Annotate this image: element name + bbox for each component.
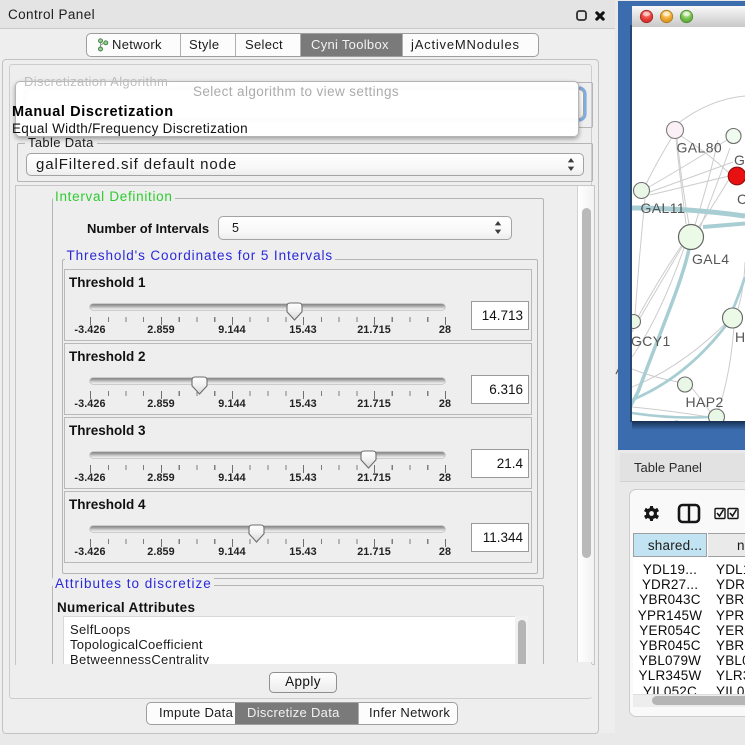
svg-text:C: C [737, 191, 745, 207]
svg-text:HAP2: HAP2 [686, 394, 724, 410]
svg-text:GA: GA [734, 152, 745, 168]
svg-text:GAL80: GAL80 [677, 140, 723, 156]
svg-text:GAL4: GAL4 [692, 251, 729, 267]
svg-text:GAL11: GAL11 [641, 200, 686, 216]
svg-text:GCY1: GCY1 [632, 333, 671, 349]
svg-text:H: H [735, 329, 745, 345]
